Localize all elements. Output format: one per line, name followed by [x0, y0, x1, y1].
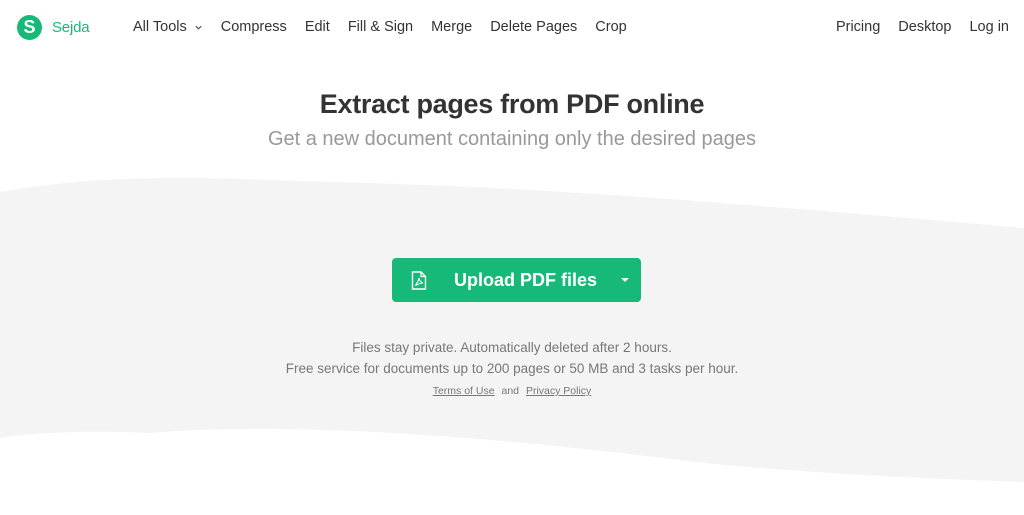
privacy-policy-link[interactable]: Privacy Policy — [526, 385, 591, 397]
nav-edit[interactable]: Edit — [305, 19, 330, 35]
hero-section: Extract pages from PDF online Get a new … — [0, 84, 1024, 154]
privacy-note: Files stay private. Automatically delete… — [352, 340, 672, 355]
upload-pdf-label: Upload PDF files — [454, 270, 598, 290]
nav-log-in[interactable]: Log in — [969, 19, 1009, 35]
nav-all-tools[interactable]: All Tools — [133, 19, 203, 35]
and-text: and — [501, 385, 520, 397]
upload-options-dropdown[interactable] — [611, 258, 641, 302]
account-nav: Pricing Desktop Log in — [818, 19, 1009, 35]
main-nav: All Tools Compress Edit Fill & Sign Merg… — [133, 19, 645, 35]
nav-delete-pages[interactable]: Delete Pages — [490, 19, 577, 35]
info-section: Files stay private. Automatically delete… — [0, 337, 1024, 397]
nav-compress[interactable]: Compress — [221, 19, 287, 35]
nav-all-tools-label: All Tools — [133, 19, 187, 35]
sejda-logo-icon: S — [17, 15, 42, 40]
caret-down-icon — [621, 278, 629, 282]
top-navbar: S Sejda All Tools Compress Edit Fill & S… — [0, 0, 1024, 56]
nav-merge[interactable]: Merge — [431, 19, 472, 35]
limits-note: Free service for documents up to 200 pag… — [285, 361, 739, 376]
nav-pricing[interactable]: Pricing — [836, 19, 880, 35]
page-subtitle: Get a new document containing only the d… — [267, 128, 757, 150]
upload-control: Upload PDF files — [392, 258, 641, 302]
brand-name: Sejda — [52, 19, 90, 36]
nav-crop[interactable]: Crop — [595, 19, 626, 35]
chevron-down-icon — [195, 25, 202, 30]
sejda-logo-link[interactable]: S Sejda — [17, 15, 90, 40]
nav-desktop[interactable]: Desktop — [898, 19, 951, 35]
pdf-file-icon — [411, 271, 427, 290]
upload-pdf-button[interactable]: Upload PDF files — [392, 258, 641, 302]
page-title: Extract pages from PDF online — [319, 89, 705, 119]
legal-links: Terms of Use and Privacy Policy — [0, 385, 1024, 397]
terms-of-use-link[interactable]: Terms of Use — [433, 385, 495, 397]
nav-fill-sign[interactable]: Fill & Sign — [348, 19, 413, 35]
